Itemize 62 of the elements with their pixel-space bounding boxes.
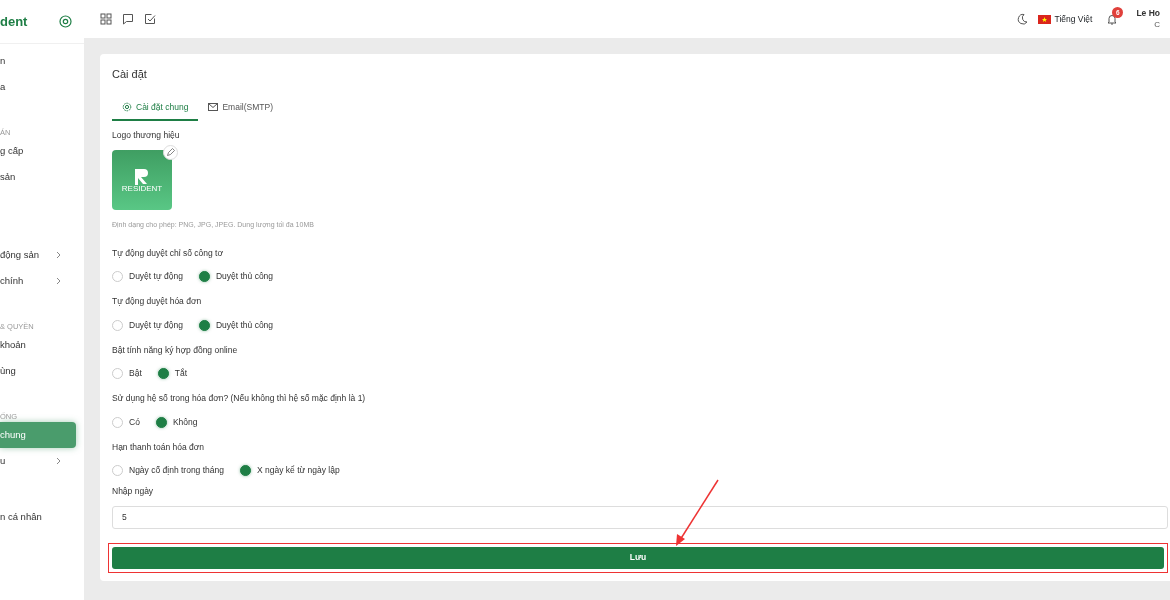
radio-option[interactable]: Tắt	[157, 367, 188, 380]
grid-icon	[100, 13, 112, 25]
notification-button[interactable]	[1106, 13, 1119, 25]
sidebar-item[interactable]: chính	[0, 268, 76, 294]
chat-icon	[122, 13, 134, 25]
day-input-field[interactable]: 5	[112, 505, 1168, 529]
sidebar-item[interactable]: sản	[0, 164, 76, 190]
flag-icon	[1037, 14, 1051, 24]
save-button[interactable]: Lưu	[112, 546, 1164, 569]
chevron-right-icon	[55, 251, 62, 259]
radio-button[interactable]	[157, 368, 169, 380]
checkbox-button[interactable]	[144, 13, 156, 25]
user-role: C	[1154, 19, 1160, 32]
brand-name: dent	[0, 12, 28, 31]
radio-option[interactable]: Ngày cố định trong tháng	[112, 464, 224, 477]
sidebar-item[interactable]: ùng	[0, 358, 76, 384]
tab[interactable]: Email(SMTP)	[198, 96, 283, 122]
bell-icon	[1106, 13, 1119, 25]
moon-icon	[1015, 13, 1028, 25]
target-icon	[59, 15, 72, 28]
radio-option[interactable]: X ngày kể từ ngày lập	[240, 464, 340, 477]
radio-option[interactable]: Duyệt thủ công	[198, 270, 274, 283]
field-label: Sử dụng hệ số trong hóa đơn? (Nếu không thì hệ số mặc định là 1)	[112, 392, 367, 405]
field-label: Tự động duyệt hóa đơn	[112, 295, 203, 308]
radio-button[interactable]	[240, 465, 251, 477]
chevron-right-icon	[55, 457, 62, 465]
mail-icon	[208, 101, 219, 112]
checkbox-icon	[144, 13, 156, 25]
gear-icon	[122, 101, 132, 112]
radio-button[interactable]	[198, 319, 210, 331]
sidebar-item[interactable]: n	[0, 48, 76, 74]
language-selector[interactable]: Tiếng Việt	[1037, 12, 1093, 26]
field-label: Nhập ngày	[112, 485, 155, 498]
tab[interactable]: Cài đặt chung	[112, 96, 199, 122]
r-logo-icon	[133, 166, 151, 185]
field-label: Hạn thanh toán hóa đơn	[112, 440, 206, 454]
radio-option[interactable]: Duyệt tự động	[112, 270, 183, 283]
user-name: Le Ho	[1136, 6, 1160, 20]
radio-option[interactable]: Không	[155, 415, 198, 429]
sidebar-item[interactable]: a	[0, 74, 76, 100]
sidebar-item[interactable]: g cấp	[0, 138, 76, 164]
logo-text: RESIDENT	[121, 184, 163, 194]
radio-button[interactable]	[198, 271, 210, 283]
sidebar-item[interactable]: u	[0, 448, 76, 474]
radio-option[interactable]: Bật	[112, 367, 142, 380]
field-label: Bật tính năng ký hợp đồng online	[112, 343, 239, 357]
card-title: Cài đặt	[112, 67, 148, 82]
sidebar-item[interactable]: n cá nhân	[0, 504, 76, 530]
grid-button[interactable]	[100, 13, 112, 25]
field-label: Tự động duyệt chỉ số công tơ	[112, 246, 224, 260]
radio-option[interactable]: Duyệt tự động	[112, 318, 183, 332]
edit-logo-button[interactable]	[163, 145, 178, 160]
sidebar-item[interactable]: khoản	[0, 332, 76, 358]
chat-button[interactable]	[122, 13, 134, 25]
radio-option[interactable]: Duyệt thủ công	[198, 318, 274, 332]
radio-button[interactable]	[155, 416, 167, 428]
radio-option[interactable]: Có	[112, 415, 140, 429]
moon-button[interactable]	[1015, 13, 1028, 25]
sidebar-item[interactable]: động sản	[0, 242, 76, 268]
chevron-right-icon	[55, 277, 62, 285]
field-label: Logo thương hiệu	[112, 129, 181, 142]
pencil-icon	[166, 148, 175, 157]
